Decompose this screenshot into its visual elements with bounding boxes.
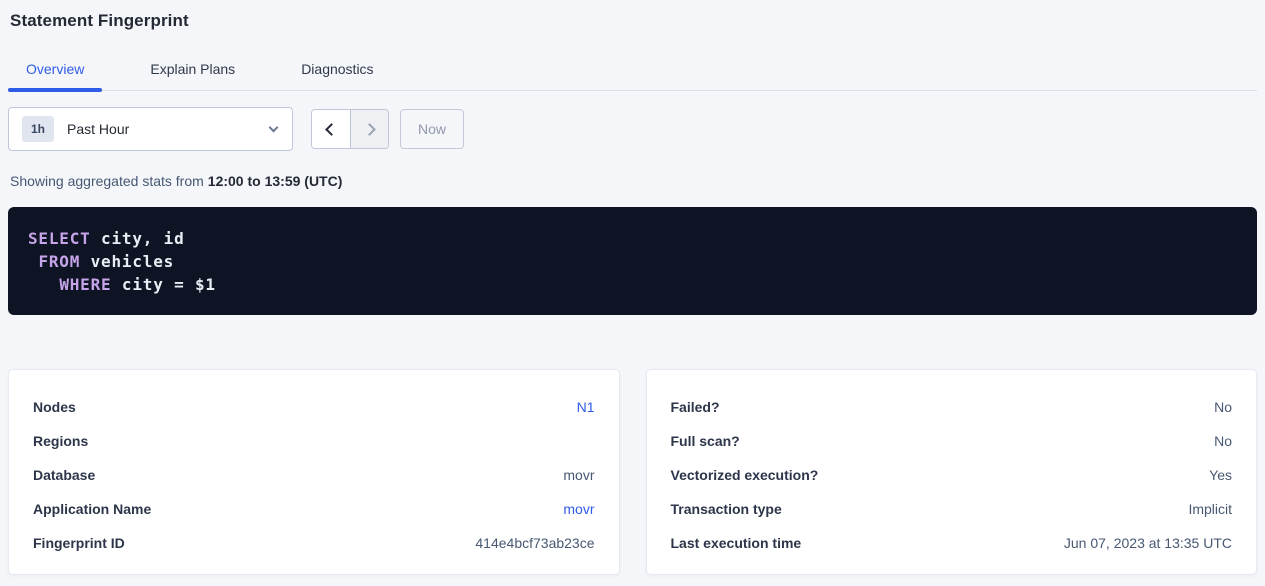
summary-row: Failed? No — [671, 390, 1233, 424]
tab-explain-plans[interactable]: Explain Plans — [132, 61, 253, 90]
sql-keyword: FROM — [38, 252, 80, 271]
interval-nav-group — [311, 109, 389, 149]
chevron-down-icon — [270, 128, 277, 131]
summary-card-right: Failed? No Full scan? No Vectorized exec… — [646, 369, 1258, 575]
interval-badge: 1h — [22, 116, 54, 142]
tab-explain-plans-label: Explain Plans — [150, 61, 235, 77]
summary-row-value: Jun 07, 2023 at 13:35 UTC — [1064, 535, 1232, 551]
tab-bar: Overview Explain Plans Diagnostics — [8, 61, 1257, 91]
summary-row-label: Fingerprint ID — [33, 535, 125, 551]
summary-row-value-link[interactable]: N1 — [577, 399, 595, 415]
sql-text: city = $1 — [111, 275, 215, 294]
summary-card-left: Nodes N1 Regions Database movr Applicati… — [8, 369, 620, 575]
tab-diagnostics[interactable]: Diagnostics — [283, 61, 391, 90]
tab-overview[interactable]: Overview — [8, 61, 102, 90]
summary-row: Database movr — [33, 458, 595, 492]
tab-overview-label: Overview — [26, 61, 84, 77]
page-title: Statement Fingerprint — [8, 0, 1257, 31]
summary-row-value: No — [1214, 399, 1232, 415]
summary-row-value: Yes — [1209, 467, 1232, 483]
time-picker-toolbar: 1h Past Hour Now — [8, 107, 1257, 151]
summary-row-value: 414e4bcf73ab23ce — [475, 535, 594, 551]
time-interval-dropdown[interactable]: 1h Past Hour — [8, 107, 293, 151]
summary-row-value-link[interactable]: movr — [563, 501, 594, 517]
summary-row: Last execution time Jun 07, 2023 at 13:3… — [671, 526, 1233, 560]
summary-row: Fingerprint ID 414e4bcf73ab23ce — [33, 526, 595, 560]
summary-row-label: Failed? — [671, 399, 720, 415]
summary-row-value: No — [1214, 433, 1232, 449]
chevron-left-icon — [325, 123, 338, 136]
chevron-right-icon — [363, 123, 376, 136]
summary-row-label: Vectorized execution? — [671, 467, 819, 483]
summary-row: Nodes N1 — [33, 390, 595, 424]
sql-statement: SELECT city, id FROM vehicles WHERE city… — [8, 207, 1257, 315]
now-button[interactable]: Now — [400, 109, 464, 149]
tab-diagnostics-label: Diagnostics — [301, 61, 373, 77]
stats-prefix: Showing aggregated stats from — [10, 173, 204, 189]
summary-row-label: Application Name — [33, 501, 151, 517]
statement-fingerprint-page: Statement Fingerprint Overview Explain P… — [0, 0, 1265, 575]
summary-row: Full scan? No — [671, 424, 1233, 458]
summary-row-value: Implicit — [1188, 501, 1232, 517]
summary-row-value: movr — [563, 467, 594, 483]
summary-row-label: Transaction type — [671, 501, 782, 517]
sql-keyword: SELECT — [28, 229, 91, 248]
summary-row-label: Database — [33, 467, 95, 483]
sql-keyword: WHERE — [59, 275, 111, 294]
summary-row: Regions — [33, 424, 595, 458]
summary-row-label: Nodes — [33, 399, 76, 415]
summary-row-label: Regions — [33, 433, 88, 449]
stats-time-range: 12:00 to 13:59 (UTC) — [208, 173, 343, 189]
summary-row-label: Last execution time — [671, 535, 802, 551]
prev-interval-button[interactable] — [312, 110, 350, 148]
summary-row: Application Name movr — [33, 492, 595, 526]
summary-card-right-rows: Failed? No Full scan? No Vectorized exec… — [671, 390, 1233, 560]
summary-row: Transaction type Implicit — [671, 492, 1233, 526]
next-interval-button[interactable] — [350, 110, 388, 148]
summary-card-left-rows: Nodes N1 Regions Database movr Applicati… — [33, 390, 595, 560]
summary-row-label: Full scan? — [671, 433, 740, 449]
summary-row: Vectorized execution? Yes — [671, 458, 1233, 492]
aggregated-stats-summary: Showing aggregated stats from12:00 to 13… — [8, 173, 1257, 189]
summary-cards: Nodes N1 Regions Database movr Applicati… — [8, 369, 1257, 575]
time-interval-label: Past Hour — [67, 121, 129, 137]
